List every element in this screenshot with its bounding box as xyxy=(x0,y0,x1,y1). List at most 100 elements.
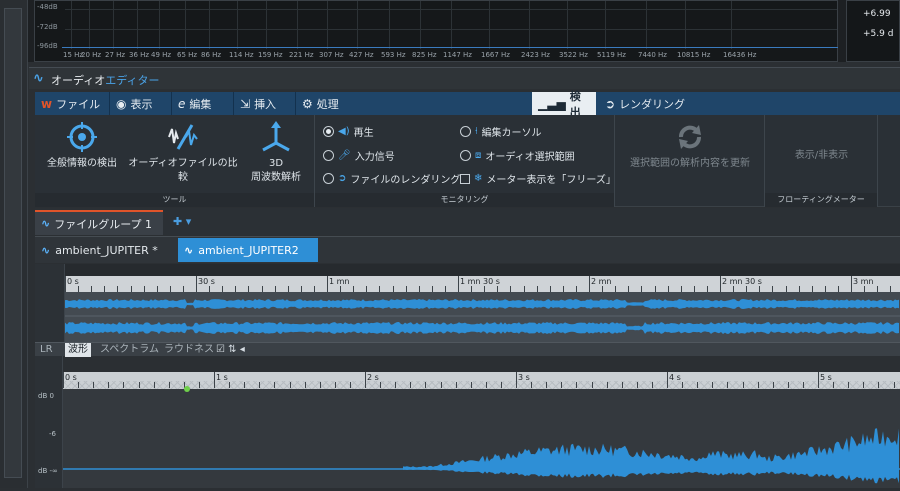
add-group-button[interactable]: ✚ ▾ xyxy=(173,215,191,228)
ruler-tick xyxy=(289,382,291,388)
ruler-tick xyxy=(712,382,714,388)
tab-label: レンダリング xyxy=(619,97,686,111)
grid-line xyxy=(451,1,452,49)
ruler-tick xyxy=(697,382,699,388)
main-waveform[interactable] xyxy=(63,389,900,488)
tab-file[interactable]: w ファイル xyxy=(35,92,110,115)
audio-editor-titlebar: ∿ オーディオエディター xyxy=(29,67,900,89)
hz-label: 7440 Hz xyxy=(638,51,667,59)
grid-line xyxy=(71,1,72,49)
group-label: フローティングメーター xyxy=(765,193,877,207)
audio-waveform xyxy=(403,428,899,484)
process-icon: ⚙ xyxy=(302,96,313,111)
tab-insert[interactable]: ⇲ 挿入 xyxy=(234,92,296,115)
speaker-icon: ◀) xyxy=(338,126,350,137)
hz-label: 221 Hz xyxy=(289,51,314,59)
time-label: 2 s xyxy=(367,373,379,382)
tab-spectrum[interactable]: スペクトラム xyxy=(97,343,162,357)
title-part: オーディオ xyxy=(51,74,106,87)
ruler-tick xyxy=(78,382,80,388)
hz-label: 1147 Hz xyxy=(443,51,472,59)
ruler-tick xyxy=(516,372,517,388)
overview-waveform[interactable] xyxy=(65,292,900,342)
tab-analyze[interactable]: ▁▃▅ 検出 xyxy=(532,90,596,119)
tab-label: ambient_JUPITER * xyxy=(55,243,158,257)
db-label: -72dB xyxy=(37,23,58,31)
overview-panel: 0 s 30 s 1 mn 1 mn 30 s 2 mn 2 mn 30 s 3 mn xyxy=(35,264,900,342)
left-scroll-track[interactable] xyxy=(4,8,22,478)
tab-label: ファイル xyxy=(56,97,101,111)
ruler-tick xyxy=(851,276,852,292)
playback-option[interactable]: ◀) 再生 xyxy=(323,124,374,139)
meter-value: +6.99 xyxy=(863,9,891,19)
channel-label: LR xyxy=(40,344,53,355)
db-label: -6 xyxy=(49,430,56,438)
input-signal-option[interactable]: 🎤︎ 入力信号 xyxy=(323,148,395,163)
analysis-3d-button[interactable]: 3D 周波数解析 xyxy=(241,121,311,185)
hz-label: 16436 Hz xyxy=(723,51,757,59)
ruler-tick xyxy=(742,382,744,388)
view-options-icon[interactable]: ☑ ⇅ ◂ xyxy=(213,343,248,357)
tab-view[interactable]: ◉ 表示 xyxy=(110,92,172,115)
grid-line xyxy=(89,1,90,49)
grid-line xyxy=(159,1,160,49)
file-tab-active[interactable]: ∿ ambient_JUPITER2 xyxy=(178,238,318,262)
ruler-tick xyxy=(196,276,197,292)
cursor-marker[interactable] xyxy=(184,386,190,392)
file-group-bar: ∿ ファイルグループ 1 ✚ ▾ xyxy=(35,208,900,235)
compare-files-button[interactable]: オーディオファイルの比較 xyxy=(127,121,239,185)
radio-button[interactable] xyxy=(460,150,471,161)
ruler-tick xyxy=(878,382,880,388)
option-label: 入力信号 xyxy=(354,152,395,163)
tab-label: 編集 xyxy=(189,97,212,111)
grid-line xyxy=(420,1,421,49)
checkbox[interactable] xyxy=(460,173,470,184)
tab-loudness[interactable]: ラウドネス xyxy=(161,343,217,357)
file-rendering-option[interactable]: ➲ ファイルのレンダリング xyxy=(323,171,460,186)
grid-line xyxy=(646,1,647,49)
ruler-tick xyxy=(380,382,382,388)
eye-icon: ◉ xyxy=(116,96,127,111)
time-label: 4 s xyxy=(669,373,681,382)
toggle-meter-button[interactable]: 表示/非表示 xyxy=(769,149,874,163)
tab-label: ambient_JUPITER2 xyxy=(198,243,299,257)
update-analysis-button[interactable]: 選択範囲の解析内容を更新 xyxy=(619,121,761,171)
target-analysis-icon xyxy=(67,122,97,152)
ruler-tick xyxy=(848,382,850,388)
ruler-tick xyxy=(138,382,140,388)
radio-button[interactable] xyxy=(460,126,471,137)
time-label: 0 s xyxy=(67,277,79,286)
radio-button[interactable] xyxy=(323,150,334,161)
spectrum-graph: -48dB -72dB -96dB 15 Hz 20 Hz 27 Hz 36 Hz 49… xyxy=(34,0,838,62)
tab-label: 処理 xyxy=(316,97,339,111)
time-label: 30 s xyxy=(198,277,215,286)
hz-label: 825 Hz xyxy=(412,51,437,59)
tab-render[interactable]: ➲ レンダリング xyxy=(599,92,694,115)
audio-selection-option[interactable]: ⧈ オーディオ選択範囲 xyxy=(460,148,575,163)
general-info-button[interactable]: 全般情報の検出 xyxy=(41,121,123,171)
tab-edit[interactable]: e 編集 xyxy=(172,92,234,115)
overview-ruler[interactable]: 0 s 30 s 1 mn 1 mn 30 s 2 mn 2 mn 30 s 3 mn xyxy=(65,276,900,292)
insert-icon: ⇲ xyxy=(240,96,251,111)
file-group-tab[interactable]: ∿ ファイルグループ 1 xyxy=(35,210,163,235)
tab-label: 挿入 xyxy=(254,97,277,111)
ruler-tick xyxy=(818,372,819,388)
radio-button[interactable] xyxy=(323,173,334,184)
tab-process[interactable]: ⚙ 処理 xyxy=(296,92,358,115)
radio-button[interactable] xyxy=(323,126,334,137)
ruler-tick xyxy=(108,382,110,388)
tab-waveform[interactable]: 波形 xyxy=(65,343,91,357)
freeze-meter-option[interactable]: ❄ メーター表示を「フリーズ」 xyxy=(460,171,616,186)
ruler-tick xyxy=(470,382,472,388)
render-icon: ➲ xyxy=(605,96,616,111)
hz-label: 114 Hz xyxy=(229,51,254,59)
ruler-tick xyxy=(229,382,231,388)
file-tab[interactable]: ∿ ambient_JUPITER * xyxy=(35,238,175,262)
db-label: -96dB xyxy=(37,42,58,50)
grid-line xyxy=(137,1,138,49)
time-label: 1 s xyxy=(216,373,228,382)
edit-cursor-option[interactable]: ⍿ 編集カーソル xyxy=(460,124,542,139)
ruler-tick xyxy=(304,382,306,388)
option-label: 再生 xyxy=(353,128,374,139)
ruler-tick xyxy=(198,382,200,388)
